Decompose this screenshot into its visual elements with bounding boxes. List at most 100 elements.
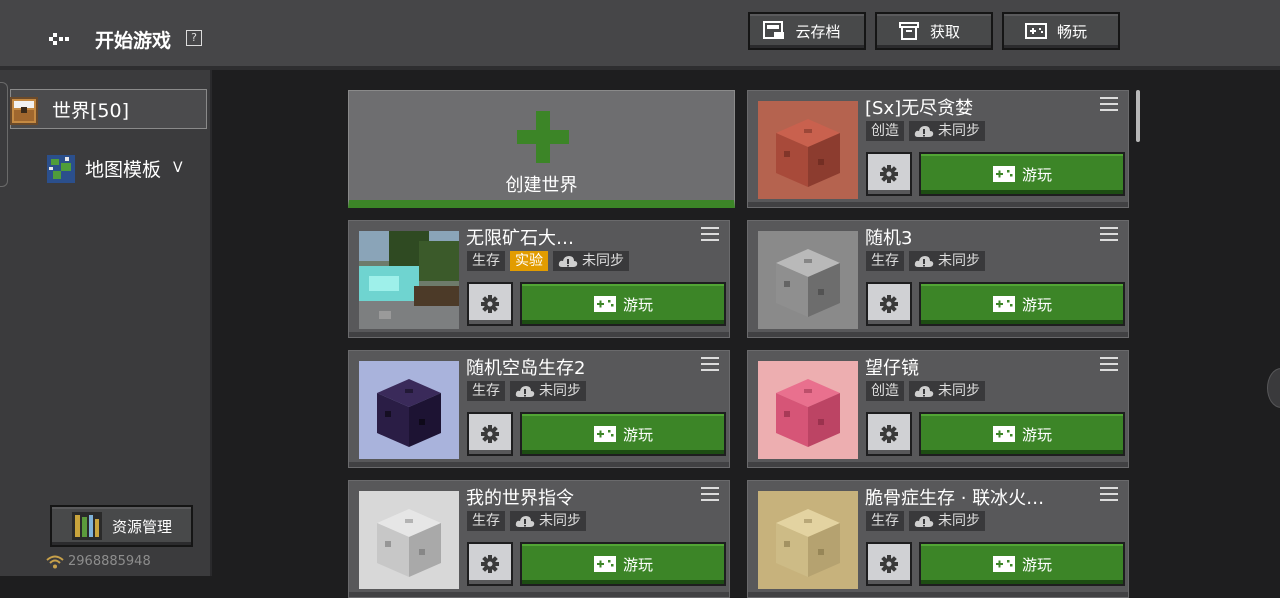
sync-status-label: 未同步 xyxy=(938,513,980,529)
sync-status-label: 未同步 xyxy=(938,123,980,139)
world-name: 脆骨症生存 · 联冰火… xyxy=(865,488,1045,509)
menu-icon[interactable] xyxy=(701,487,719,503)
play-label: 游玩 xyxy=(1021,165,1052,184)
settings-button[interactable] xyxy=(866,412,912,456)
world-card[interactable]: 脆骨症生存 · 联冰火… 生存 未同步 游玩 xyxy=(747,480,1129,598)
world-name: 望仔镜 xyxy=(865,358,919,379)
gamepad-icon xyxy=(992,296,1015,312)
box-icon xyxy=(898,22,919,40)
create-world-label: 创建世界 xyxy=(505,175,578,196)
gamepad-icon xyxy=(593,426,616,442)
world-thumbnail xyxy=(758,231,858,329)
gear-icon xyxy=(880,425,898,443)
resource-manager-button[interactable]: 资源管理 xyxy=(50,505,193,547)
menu-icon[interactable] xyxy=(1100,97,1118,113)
game-mode-badge: 创造 xyxy=(866,381,904,401)
play-button[interactable]: 游玩 xyxy=(919,282,1125,326)
play-label: 游玩 xyxy=(1021,425,1052,444)
plus-icon xyxy=(517,111,569,163)
gear-icon xyxy=(880,295,898,313)
scrollbar[interactable] xyxy=(1136,90,1140,142)
world-card[interactable]: 无限矿石大… 生存 实验 未同步 游玩 xyxy=(348,220,730,338)
world-thumbnail xyxy=(359,491,459,589)
play-label: 游玩 xyxy=(622,295,653,314)
menu-icon[interactable] xyxy=(701,227,719,243)
sync-status-label: 未同步 xyxy=(539,513,581,529)
world-thumbnail xyxy=(758,361,858,459)
world-card[interactable]: [Sx]无尽贪婪 创造 未同步 游玩 xyxy=(747,90,1129,208)
gear-icon xyxy=(880,555,898,573)
sidebar xyxy=(0,70,212,576)
menu-icon[interactable] xyxy=(1100,357,1118,373)
world-tags: 创造 未同步 xyxy=(866,121,985,141)
get-button[interactable]: 获取 xyxy=(875,12,993,50)
sidebar-edge-tab xyxy=(0,82,8,187)
cloud-icon xyxy=(558,256,578,267)
game-mode-badge: 创造 xyxy=(866,121,904,141)
settings-button[interactable] xyxy=(467,542,513,586)
world-thumbnail xyxy=(758,491,858,589)
play-button[interactable]: 游玩 xyxy=(919,152,1125,196)
settings-button[interactable] xyxy=(467,412,513,456)
resource-shelf-icon xyxy=(72,512,102,540)
world-card[interactable]: 望仔镜 创造 未同步 游玩 xyxy=(747,350,1129,468)
world-thumbnail xyxy=(359,361,459,459)
get-label: 获取 xyxy=(929,22,960,41)
world-name: 随机空岛生存2 xyxy=(466,358,586,379)
settings-button[interactable] xyxy=(467,282,513,326)
connection-status: 2968885948 xyxy=(46,554,151,569)
gamepad-icon xyxy=(1024,23,1047,39)
gamepad-icon xyxy=(992,556,1015,572)
play-label: 游玩 xyxy=(622,425,653,444)
play-button[interactable]: 游玩 xyxy=(919,542,1125,586)
cloud-save-icon xyxy=(763,21,785,39)
sidebar-item-map-templates[interactable]: 地图模板 ᐯ xyxy=(10,148,183,188)
world-tags: 生存 未同步 xyxy=(467,511,586,531)
play-button[interactable]: 游玩 xyxy=(919,412,1125,456)
menu-icon[interactable] xyxy=(701,357,719,373)
sync-status-badge: 未同步 xyxy=(510,381,586,401)
page-title: 开始游戏 xyxy=(95,30,172,52)
resource-manager-label: 资源管理 xyxy=(112,517,173,536)
create-world-card[interactable]: 创建世界 xyxy=(348,90,735,208)
world-tags: 生存 未同步 xyxy=(467,381,586,401)
connection-id: 2968885948 xyxy=(68,554,151,569)
world-name: 无限矿石大… xyxy=(466,228,574,249)
sync-status-label: 未同步 xyxy=(938,253,980,269)
gear-icon xyxy=(481,295,499,313)
menu-icon[interactable] xyxy=(1100,487,1118,503)
game-mode-badge: 生存 xyxy=(467,381,505,401)
sync-status-label: 未同步 xyxy=(582,253,624,269)
world-card[interactable]: 随机3 生存 未同步 游玩 xyxy=(747,220,1129,338)
world-name: 我的世界指令 xyxy=(466,488,574,509)
menu-icon[interactable] xyxy=(1100,227,1118,243)
world-name: 随机3 xyxy=(865,228,913,249)
sidebar-item-worlds[interactable]: 世界[50] xyxy=(10,89,207,129)
play-button[interactable]: 游玩 xyxy=(520,412,726,456)
play-button[interactable]: 游玩 xyxy=(520,542,726,586)
gamepad-icon xyxy=(593,556,616,572)
game-mode-badge: 生存 xyxy=(866,511,904,531)
sync-status-badge: 未同步 xyxy=(909,121,985,141)
chevron-down-icon[interactable]: ᐯ xyxy=(173,160,183,176)
sync-status-badge: 未同步 xyxy=(510,511,586,531)
back-icon[interactable] xyxy=(46,24,76,54)
world-card[interactable]: 我的世界指令 生存 未同步 游玩 xyxy=(348,480,730,598)
wifi-icon xyxy=(46,555,64,568)
sync-status-badge: 未同步 xyxy=(553,251,629,271)
help-icon[interactable]: ? xyxy=(186,30,202,46)
world-tags: 生存 未同步 xyxy=(866,511,985,531)
settings-button[interactable] xyxy=(866,282,912,326)
settings-button[interactable] xyxy=(866,542,912,586)
cloud-save-button[interactable]: 云存档 xyxy=(748,12,866,50)
play-button[interactable]: 游玩 xyxy=(520,282,726,326)
sidebar-item-map-label: 地图模板 xyxy=(85,158,162,181)
world-card[interactable]: 随机空岛生存2 生存 未同步 游玩 xyxy=(348,350,730,468)
settings-button[interactable] xyxy=(866,152,912,196)
sidebar-item-worlds-label: 世界[50] xyxy=(52,99,130,122)
sync-status-badge: 未同步 xyxy=(909,251,985,271)
cloud-icon xyxy=(914,256,934,267)
play-mode-button[interactable]: 畅玩 xyxy=(1002,12,1120,50)
floating-edge-button[interactable] xyxy=(1267,368,1280,408)
cloud-icon xyxy=(515,386,535,397)
